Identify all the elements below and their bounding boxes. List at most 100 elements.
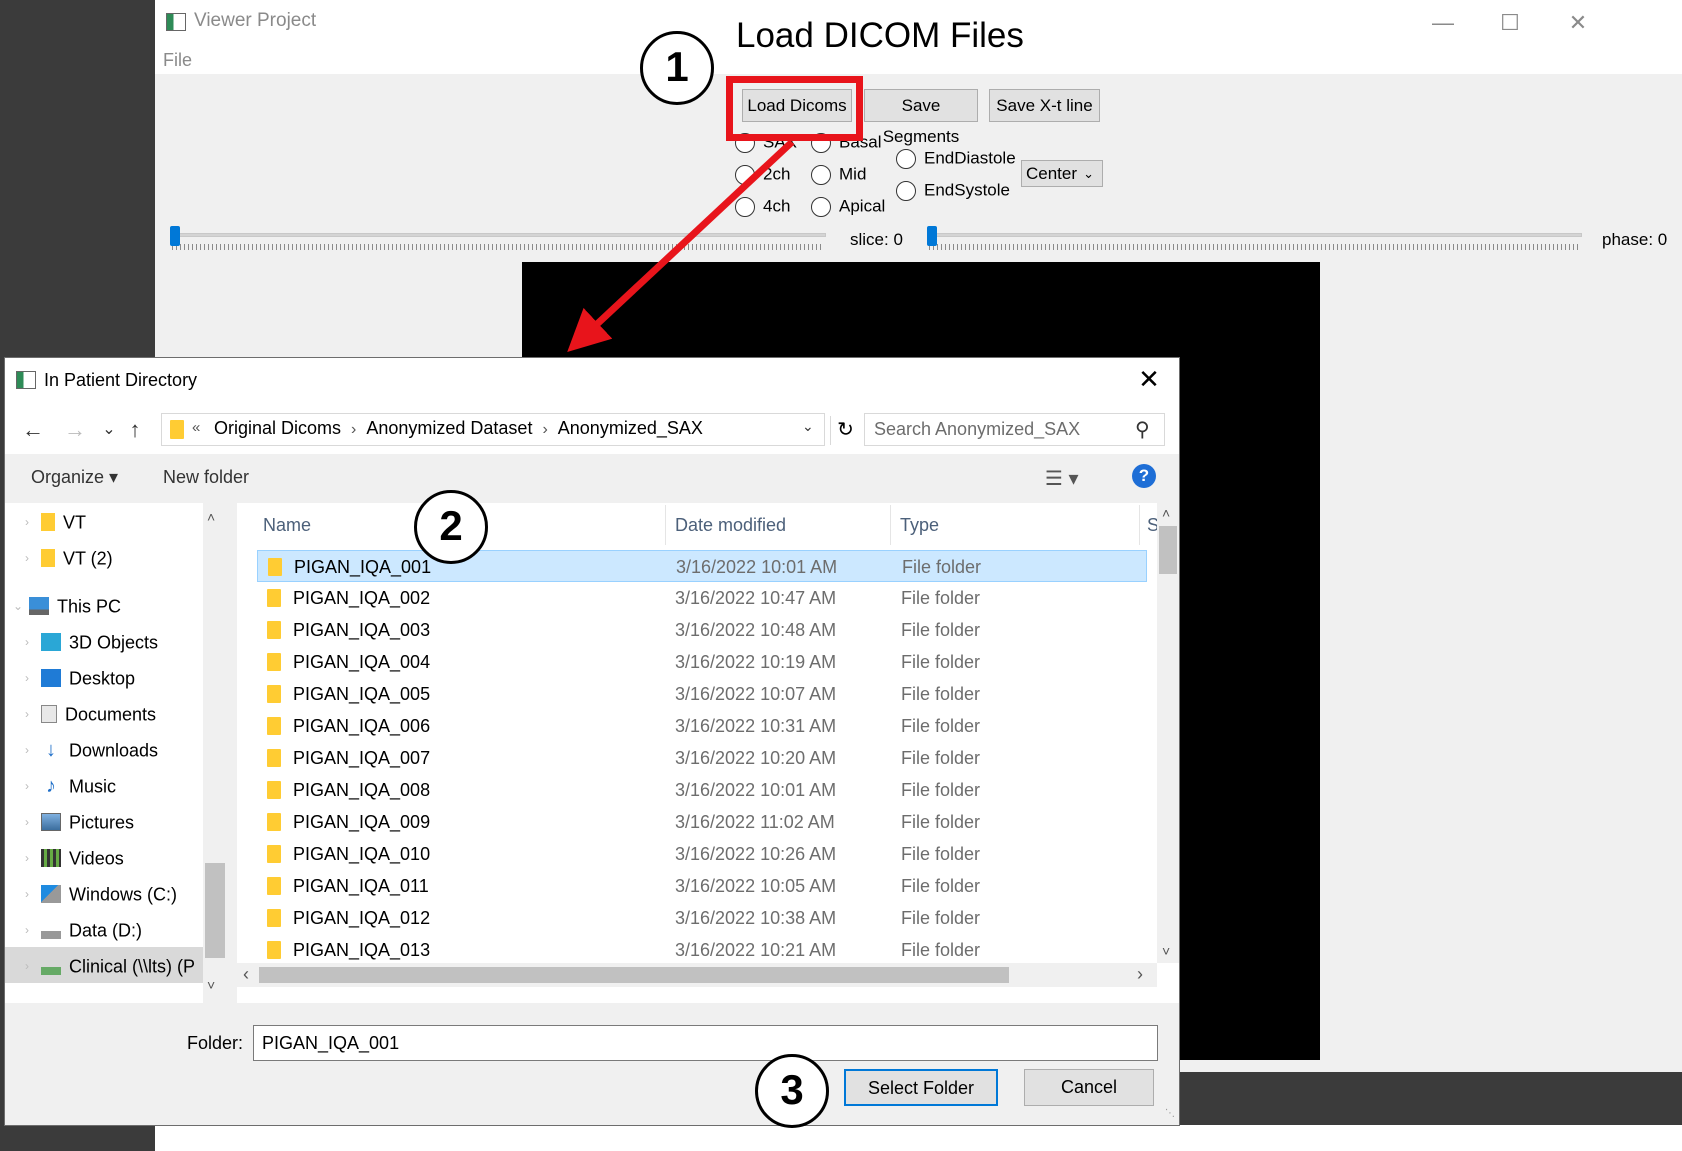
address-overflow[interactable]: « — [192, 419, 200, 436]
tree-item-this-pc[interactable]: ⌄ This PC — [13, 587, 121, 623]
tree-item-label: Windows (C:) — [69, 884, 178, 905]
file-row[interactable]: PIGAN_IQA_003 3/16/2022 10:48 AM File fold… — [257, 614, 1147, 646]
select-folder-button[interactable]: Select Folder — [844, 1069, 998, 1106]
phase-slider-track[interactable] — [927, 233, 1582, 237]
file-row[interactable]: PIGAN_IQA_006 3/16/2022 10:31 AM File fold… — [257, 710, 1147, 742]
scroll-right-icon[interactable]: › — [1137, 964, 1143, 985]
file-date: 3/16/2022 10:21 AM — [675, 940, 837, 960]
file-type: File folder — [901, 716, 981, 736]
column-divider[interactable] — [890, 505, 891, 545]
tree-item-vt[interactable]: › VT — [25, 503, 86, 539]
tree-item-music[interactable]: › ♪ Music — [25, 767, 116, 803]
breadcrumb-item[interactable]: Anonymized Dataset — [366, 418, 532, 438]
tree-item-clinical[interactable]: › Clinical (\\lts) (P — [5, 947, 203, 983]
slice-slider-handle[interactable] — [170, 226, 180, 246]
file-date: 3/16/2022 11:02 AM — [675, 812, 835, 832]
tree-item-documents[interactable]: › Documents — [25, 695, 156, 731]
radio-mid[interactable]: Mid — [811, 163, 866, 187]
chevron-right-icon: › — [25, 671, 29, 686]
maximize-button[interactable]: ☐ — [1490, 8, 1530, 38]
close-button[interactable]: ✕ — [1558, 8, 1598, 38]
column-header-date[interactable]: Date modified — [675, 515, 786, 536]
folder-icon — [267, 717, 281, 735]
up-arrow-icon[interactable]: ↑ — [123, 418, 147, 442]
navigation-bar: ← → ⌄ ↑ « Original Dicoms › Anonymized Dat… — [5, 404, 1179, 454]
forward-arrow-icon[interactable]: → — [63, 418, 87, 442]
folder-icon — [41, 513, 55, 532]
radio-apical[interactable]: Apical — [811, 195, 885, 219]
file-date: 3/16/2022 10:31 AM — [675, 716, 837, 736]
file-row[interactable]: PIGAN_IQA_013 3/16/2022 10:21 AM File fold… — [257, 934, 1147, 966]
radio-4ch[interactable]: 4ch — [735, 195, 790, 219]
breadcrumb-item[interactable]: Anonymized_SAX — [558, 418, 703, 438]
drive-icon — [41, 885, 61, 904]
tree-item-pictures[interactable]: › Pictures — [25, 803, 134, 839]
cancel-button[interactable]: Cancel — [1024, 1069, 1154, 1106]
tree-item-videos[interactable]: › Videos — [25, 839, 124, 875]
file-row[interactable]: PIGAN_IQA_010 3/16/2022 10:26 AM File fold… — [257, 838, 1147, 870]
file-type: File folder — [901, 780, 981, 800]
column-divider[interactable] — [665, 505, 666, 545]
menu-file[interactable]: File — [163, 50, 192, 71]
phase-slider-handle[interactable] — [927, 226, 937, 246]
file-row[interactable]: PIGAN_IQA_005 3/16/2022 10:07 AM File fold… — [257, 678, 1147, 710]
search-box[interactable]: ⚲ — [864, 413, 1165, 446]
refresh-icon[interactable]: ↻ — [830, 416, 860, 445]
tree-item-windows-c[interactable]: › Windows (C:) — [25, 875, 177, 911]
tree-item-data-d[interactable]: › Data (D:) — [25, 911, 142, 947]
folder-input[interactable] — [253, 1025, 1158, 1061]
pictures-icon — [41, 813, 61, 832]
search-icon[interactable]: ⚲ — [1135, 417, 1150, 442]
tree-item-vt-2[interactable]: › VT (2) — [25, 539, 113, 575]
file-row[interactable]: PIGAN_IQA_011 3/16/2022 10:05 AM File fold… — [257, 870, 1147, 902]
scroll-down-icon[interactable]: ˅ — [207, 977, 215, 993]
address-bar[interactable]: « Original Dicoms › Anonymized Dataset › Ano… — [161, 413, 854, 446]
tree-scrollbar-thumb[interactable] — [205, 863, 225, 958]
file-row[interactable]: PIGAN_IQA_012 3/16/2022 10:38 AM File fold… — [257, 902, 1147, 934]
column-header-type[interactable]: Type — [900, 515, 939, 536]
radio-circle — [735, 196, 755, 217]
step-3-badge: 3 — [755, 1054, 829, 1128]
file-row[interactable]: PIGAN_IQA_004 3/16/2022 10:19 AM File fold… — [257, 646, 1147, 678]
address-dropdown-chevron-icon[interactable]: ⌄ — [802, 418, 814, 435]
column-divider[interactable] — [1139, 505, 1140, 545]
file-list-horizontal-thumb[interactable] — [259, 967, 1009, 983]
dialog-close-button[interactable]: ✕ — [1129, 362, 1169, 396]
organize-menu-button[interactable]: Organize ▾ — [31, 467, 118, 488]
minimize-button[interactable]: — — [1423, 8, 1463, 38]
radio-enddiastole[interactable]: EndDiastole — [896, 147, 1016, 171]
tree-item-3d-objects[interactable]: › 3D Objects — [25, 623, 158, 659]
radio-endsystole[interactable]: EndSystole — [896, 179, 1010, 203]
column-header-name[interactable]: Name — [263, 515, 311, 536]
view-options-icon[interactable]: ☰ ▾ — [1045, 466, 1079, 491]
folder-icon — [267, 685, 281, 703]
folder-icon — [267, 621, 281, 639]
scroll-left-icon[interactable]: ‹ — [243, 964, 249, 985]
file-row[interactable]: PIGAN_IQA_009 3/16/2022 11:02 AM File fold… — [257, 806, 1147, 838]
radio-2ch[interactable]: 2ch — [735, 163, 790, 187]
file-row-selected[interactable]: PIGAN_IQA_001 3/16/2022 10:01 AM File fold… — [257, 550, 1147, 582]
help-icon[interactable]: ? — [1132, 464, 1156, 488]
tree-item-desktop[interactable]: › Desktop — [25, 659, 135, 695]
breadcrumb-item[interactable]: Original Dicoms — [214, 418, 341, 438]
recent-locations-chevron-icon[interactable]: ⌄ — [97, 418, 121, 442]
slice-slider-track[interactable] — [170, 233, 826, 237]
radio-label: 2ch — [763, 164, 791, 184]
scroll-down-icon[interactable]: ˅ — [1162, 943, 1170, 959]
scroll-up-icon[interactable]: ˄ — [207, 509, 215, 525]
file-list-vertical-thumb[interactable] — [1159, 526, 1177, 574]
tree-item-label: 3D Objects — [69, 632, 159, 653]
save-segments-button[interactable]: Save Segments — [864, 89, 978, 146]
save-xt-line-button[interactable]: Save X-t line — [989, 89, 1100, 122]
file-row[interactable]: PIGAN_IQA_002 3/16/2022 10:47 AM File fold… — [257, 582, 1147, 614]
resize-grip-icon[interactable]: ⋱ — [1165, 1108, 1175, 1119]
file-row[interactable]: PIGAN_IQA_007 3/16/2022 10:20 AM File fold… — [257, 742, 1147, 774]
search-input[interactable] — [865, 414, 1125, 445]
new-folder-button[interactable]: New folder — [163, 467, 249, 488]
folder-icon — [267, 653, 281, 671]
file-row[interactable]: PIGAN_IQA_008 3/16/2022 10:01 AM File fold… — [257, 774, 1147, 806]
scroll-up-icon[interactable]: ˄ — [1162, 505, 1170, 521]
tree-item-downloads[interactable]: › ↓ Downloads — [25, 731, 158, 767]
back-arrow-icon[interactable]: ← — [21, 418, 45, 442]
position-combobox[interactable]: Center ⌄ — [1021, 160, 1103, 187]
